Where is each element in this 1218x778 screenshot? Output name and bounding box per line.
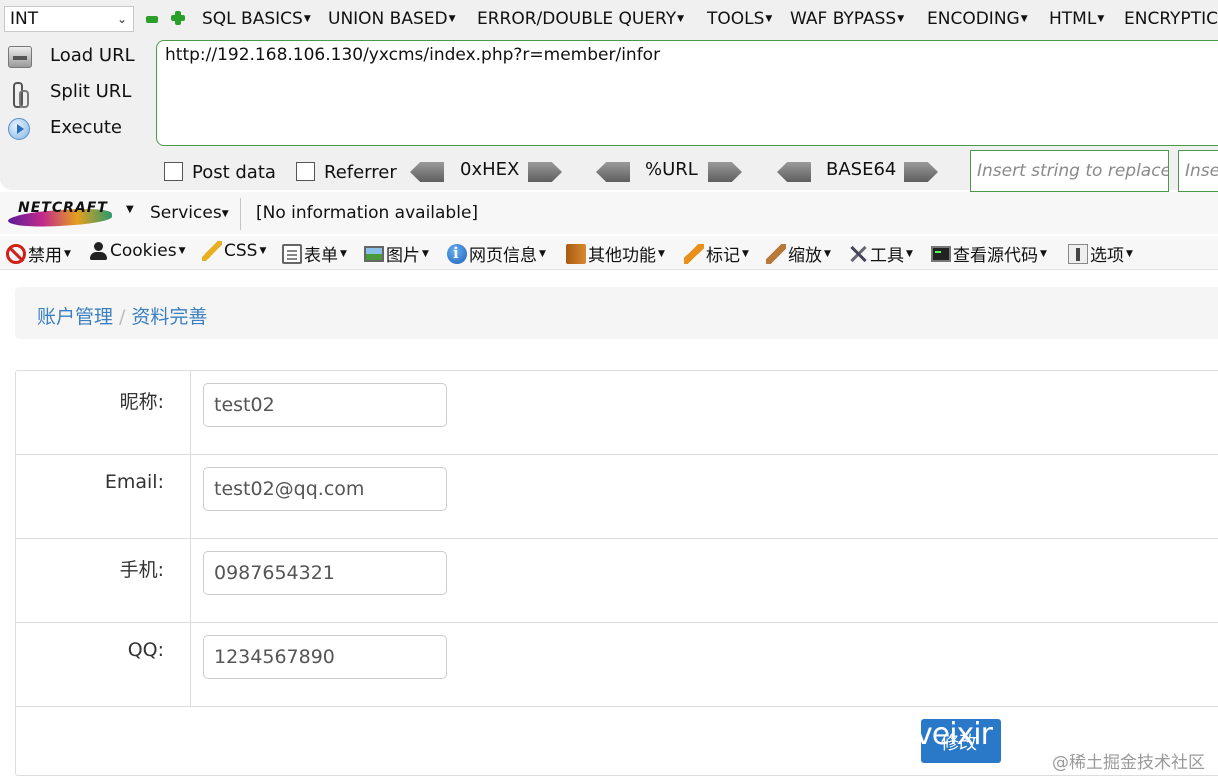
split-url-label: Split URL: [50, 81, 132, 102]
menu-html[interactable]: HTML▼: [1049, 9, 1104, 29]
web-developer-toolbar: 禁用▼ Cookies▼ CSS▼ 表单▼ 图片▼ 网页信息▼ 其他功能▼ 标记…: [0, 236, 1218, 270]
menu-encryption[interactable]: ENCRYPTIC: [1124, 9, 1218, 29]
clipboard-icon: [282, 243, 302, 264]
form-row-phone: 手机: 0987654321: [16, 539, 1218, 623]
url-textarea[interactable]: http://192.168.106.130/yxcms/index.php?r…: [156, 40, 1218, 146]
menu-sql-basics[interactable]: SQL BASICS▼: [202, 9, 311, 29]
menu-forms[interactable]: 表单 ▼: [282, 241, 347, 266]
hex-encode-arrow-icon[interactable]: [528, 162, 562, 182]
menu-options[interactable]: 选项 ▼: [1068, 241, 1133, 266]
ban-icon: [6, 243, 26, 264]
menu-misc[interactable]: 其他功能 ▼: [566, 241, 665, 266]
replace-with-input[interactable]: Inse: [1178, 150, 1218, 192]
menu-cookies[interactable]: Cookies ▼: [88, 241, 185, 261]
hex-label: 0xHEX: [460, 159, 520, 180]
form-row-nickname: 昵称: test02: [16, 371, 1218, 455]
form-row-qq: QQ: 1234567890: [16, 623, 1218, 707]
execute-button[interactable]: Execute: [6, 114, 146, 144]
execute-label: Execute: [50, 117, 122, 138]
payload-type-select[interactable]: INT ⌄: [4, 6, 134, 32]
services-menu[interactable]: Services▼: [150, 203, 229, 223]
load-url-icon: [8, 46, 32, 68]
menu-images[interactable]: 图片 ▼: [364, 241, 429, 266]
submit-modify-button[interactable]: 修改 veixir: [921, 719, 1001, 763]
scissors-icon: [8, 82, 32, 108]
increase-icon[interactable]: [170, 10, 186, 26]
ruler-icon: [766, 243, 786, 264]
menu-tools-cn[interactable]: 工具 ▼: [848, 241, 913, 266]
referrer-checkbox[interactable]: Referrer: [296, 162, 397, 184]
chevron-down-icon: ⌄: [116, 12, 127, 26]
image-icon: [364, 245, 384, 262]
load-url-button[interactable]: Load URL: [6, 42, 146, 72]
base64-decode-arrow-icon[interactable]: [777, 162, 811, 182]
qq-input[interactable]: 1234567890: [203, 635, 447, 679]
caret-down-icon[interactable]: ▼: [126, 204, 134, 215]
user-icon: [88, 241, 108, 261]
menu-css[interactable]: CSS ▼: [202, 241, 266, 261]
breadcrumb-profile-complete[interactable]: 资料完善: [131, 306, 207, 328]
base64-encode-arrow-icon[interactable]: [904, 162, 938, 182]
menu-error-double-query[interactable]: ERROR/DOUBLE QUERY▼: [477, 9, 684, 29]
wand-icon: [202, 241, 222, 261]
breadcrumb: 账户管理 / 资料完善: [15, 287, 1218, 339]
pencil-icon: [684, 243, 704, 264]
hex-decode-arrow-icon[interactable]: [410, 162, 444, 182]
menu-outline[interactable]: 标记 ▼: [684, 241, 749, 266]
nickname-input[interactable]: test02: [203, 383, 447, 427]
hackbar-panel: Load URL Split URL Execute http://192.16…: [0, 40, 1218, 192]
url-encode-arrow-icon[interactable]: [708, 162, 742, 182]
post-data-checkbox[interactable]: Post data: [164, 162, 276, 184]
play-icon: [8, 118, 30, 140]
menu-resize[interactable]: 缩放 ▼: [766, 241, 831, 266]
site-watermark: @稀土掘金技术社区: [1052, 753, 1205, 773]
menu-union-based[interactable]: UNION BASED▼: [328, 9, 456, 29]
phone-label: 手机:: [119, 559, 164, 581]
menu-view-source[interactable]: 查看源代码 ▼: [931, 241, 1047, 266]
breadcrumb-account-management[interactable]: 账户管理: [37, 306, 113, 328]
checkbox-icon: [164, 162, 183, 181]
info-icon: [447, 243, 467, 264]
load-url-label: Load URL: [50, 45, 135, 66]
profile-form: 昵称: test02 Email: test02@qq.com 手机: 0987…: [15, 370, 1218, 776]
split-url-button[interactable]: Split URL: [6, 78, 146, 108]
hackbar-menu-bar: INT ⌄ SQL BASICS▼ UNION BASED▼ ERROR/DOU…: [0, 0, 1218, 40]
email-input[interactable]: test02@qq.com: [203, 467, 447, 511]
book-icon: [566, 243, 586, 264]
menu-tools[interactable]: TOOLS▼: [707, 9, 772, 29]
phone-input[interactable]: 0987654321: [203, 551, 447, 595]
checkbox-icon: [296, 162, 315, 181]
toolbar-divider: [240, 198, 241, 230]
qq-label: QQ:: [127, 639, 164, 661]
payload-type-value: INT: [10, 9, 39, 29]
netcraft-logo[interactable]: NETCRAFT: [7, 200, 114, 230]
url-encode-label: %URL: [645, 159, 698, 180]
replace-string-input[interactable]: Insert string to replace: [970, 150, 1169, 192]
menu-waf-bypass[interactable]: WAF BYPASS▼: [790, 9, 904, 29]
email-label: Email:: [104, 471, 164, 493]
menu-page-info[interactable]: 网页信息▼: [447, 241, 546, 266]
menu-disable[interactable]: 禁用 ▼: [6, 241, 71, 266]
tools-icon: [848, 244, 868, 264]
form-row-email: Email: test02@qq.com: [16, 455, 1218, 539]
base64-label: BASE64: [826, 159, 897, 180]
url-decode-arrow-icon[interactable]: [596, 162, 630, 182]
menu-encoding[interactable]: ENCODING▼: [927, 9, 1028, 29]
options-icon: [1068, 243, 1088, 264]
nickname-label: 昵称:: [119, 391, 164, 413]
site-info-text: [No information available]: [256, 203, 479, 223]
decrease-icon[interactable]: [146, 16, 158, 23]
terminal-icon: [931, 245, 951, 262]
netcraft-toolbar: NETCRAFT ▼ Services▼ [No information ava…: [0, 192, 1218, 234]
